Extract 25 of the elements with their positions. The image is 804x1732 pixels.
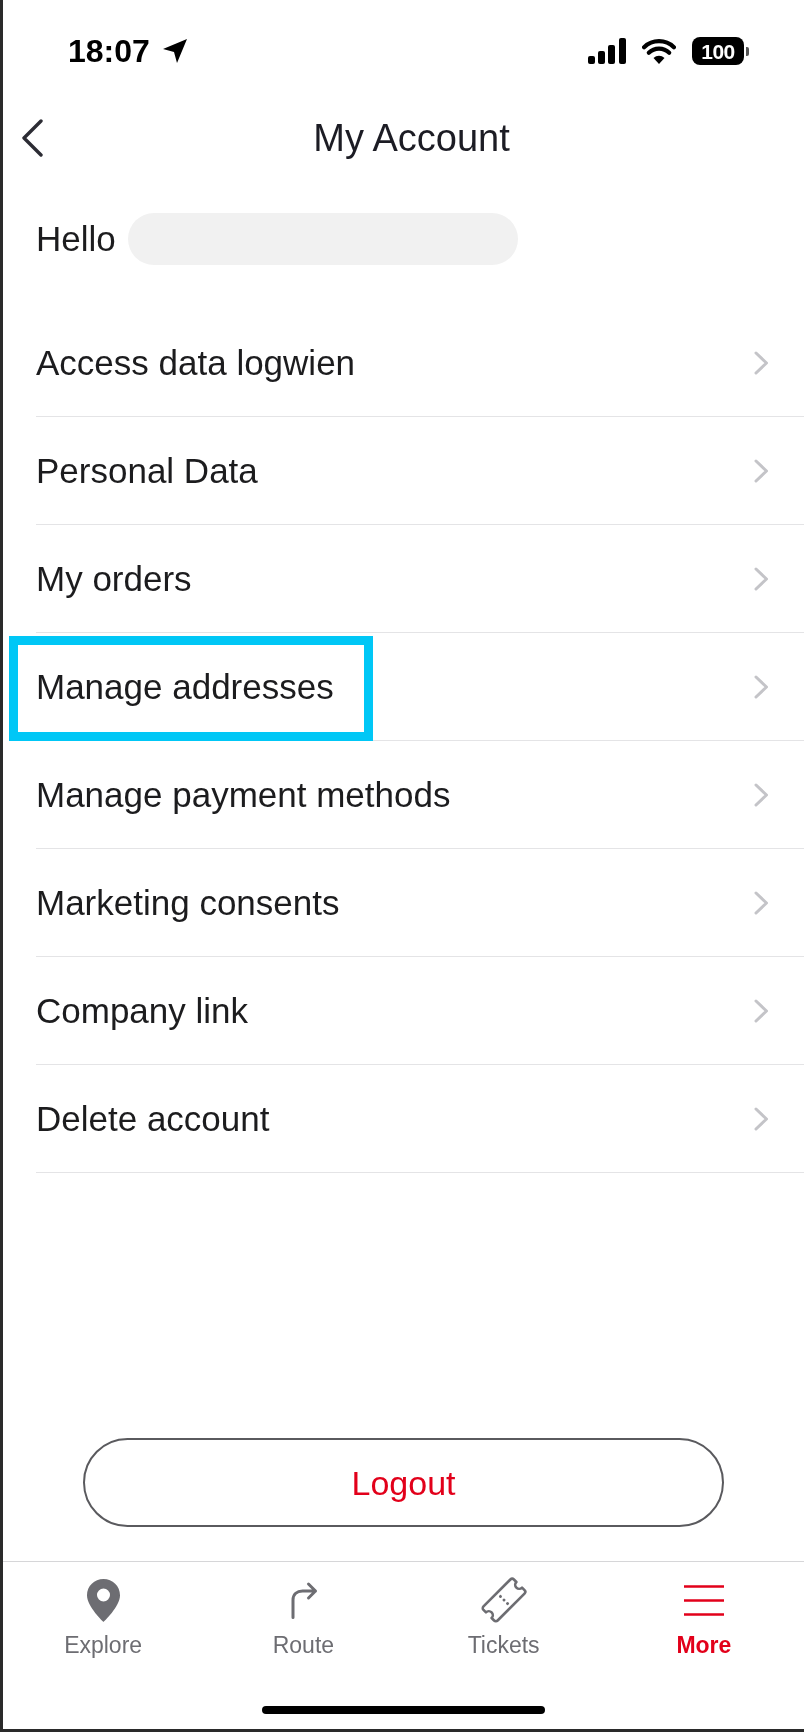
wifi-icon	[642, 38, 676, 64]
menu-icon	[683, 1584, 724, 1616]
cellular-signal-icon	[588, 38, 626, 64]
page-title: My Account	[313, 116, 510, 160]
chevron-right-icon	[754, 999, 769, 1023]
chevron-right-icon	[754, 783, 769, 807]
back-button[interactable]	[19, 117, 45, 159]
location-arrow-icon	[161, 38, 188, 64]
chevron-right-icon	[754, 891, 769, 915]
chevron-right-icon	[754, 459, 769, 483]
tab-bar-item[interactable]: More	[603, 1562, 804, 1658]
tab-bar-item[interactable]: Tickets	[403, 1562, 604, 1658]
ticket-icon	[479, 1576, 528, 1624]
greeting-text: Hello	[36, 218, 116, 259]
chevron-right-icon	[754, 1107, 769, 1131]
battery-indicator: 100	[692, 37, 749, 65]
logout-button[interactable]: Logout	[83, 1438, 724, 1527]
tab-bar-item[interactable]: Route	[203, 1562, 404, 1658]
tab-bar-item[interactable]: Explore	[3, 1562, 204, 1658]
chevron-right-icon	[754, 567, 769, 591]
status-time: 18:07	[68, 33, 150, 69]
chevron-right-icon	[754, 351, 769, 375]
back-icon	[21, 119, 43, 157]
map-pin-icon	[86, 1578, 120, 1622]
chevron-right-icon	[754, 675, 769, 699]
